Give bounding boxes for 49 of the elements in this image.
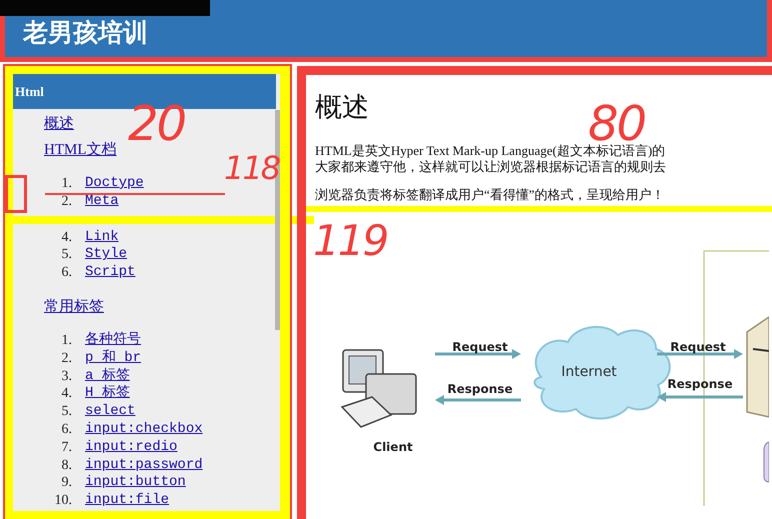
sidebar-link[interactable]: Script <box>85 264 136 282</box>
list-number: 10. <box>54 492 73 510</box>
sidebar-link[interactable]: a 标签 <box>85 368 130 386</box>
sidebar-link[interactable]: input:button <box>85 474 186 492</box>
arrow-label: Request <box>452 340 508 354</box>
arrow-label: Response <box>447 382 513 396</box>
list-number: 1. <box>60 332 73 350</box>
list-number: 2. <box>60 192 73 211</box>
sidebar-link[interactable]: select <box>85 403 136 421</box>
sidebar-link[interactable]: 常用标签 <box>44 296 104 318</box>
site-title: 老男孩培训 <box>23 17 148 49</box>
sidebar-link[interactable]: 各种符号 <box>85 332 141 350</box>
list-number: 4. <box>60 385 73 404</box>
sidebar-link[interactable]: Doctype <box>85 175 144 193</box>
sidebar-link[interactable]: H 标签 <box>85 385 130 404</box>
computer-icon <box>340 349 417 428</box>
handwritten-number: 118 <box>224 152 280 184</box>
list-number: 6. <box>60 420 73 439</box>
sidebar-link[interactable]: p 和 br <box>85 350 142 368</box>
handwritten-number: 119 <box>313 220 388 262</box>
arrow-label: Request <box>670 340 726 354</box>
sidebar-link[interactable]: input:redio <box>85 438 178 457</box>
article-title: 概述 <box>315 91 369 125</box>
highlight-rectangle <box>5 175 27 213</box>
list-number: 1. <box>60 175 73 193</box>
list-number: 4. <box>60 228 73 246</box>
paragraph-text: 浏览器负责将标签翻译成用户“看得懂”的格式，呈现给用户！ <box>315 187 666 203</box>
sidebar-link[interactable]: 概述 <box>44 113 74 135</box>
sidebar-link[interactable]: input:checkbox <box>85 420 203 439</box>
list-number: 6. <box>60 264 73 282</box>
list-number: 5. <box>60 246 73 264</box>
paragraph-text: 大家都来遵守他，这样就可以让浏览器根据标记语言的规则去 <box>315 159 667 175</box>
database-icon <box>764 442 769 482</box>
sidebar-link[interactable]: HTML文档 <box>44 139 116 161</box>
cloud-label: Internet <box>561 364 617 380</box>
list-number: 9. <box>60 474 73 492</box>
list-number: 3. <box>60 368 73 386</box>
list-number: 5. <box>60 403 73 421</box>
list-number: 7. <box>60 438 73 457</box>
server-icon <box>746 316 769 418</box>
sidebar-link[interactable]: input:password <box>85 456 203 474</box>
sidebar-link[interactable]: Link <box>85 228 119 246</box>
client-label: Client <box>373 440 413 454</box>
sidebar-link[interactable]: Meta <box>85 192 119 211</box>
list-number: 8. <box>60 456 73 474</box>
list-number: 2. <box>60 350 73 368</box>
sidebar-link[interactable]: Style <box>85 246 128 264</box>
sidebar-link[interactable]: input:file <box>85 492 170 510</box>
arrow-label: Response <box>667 377 733 391</box>
